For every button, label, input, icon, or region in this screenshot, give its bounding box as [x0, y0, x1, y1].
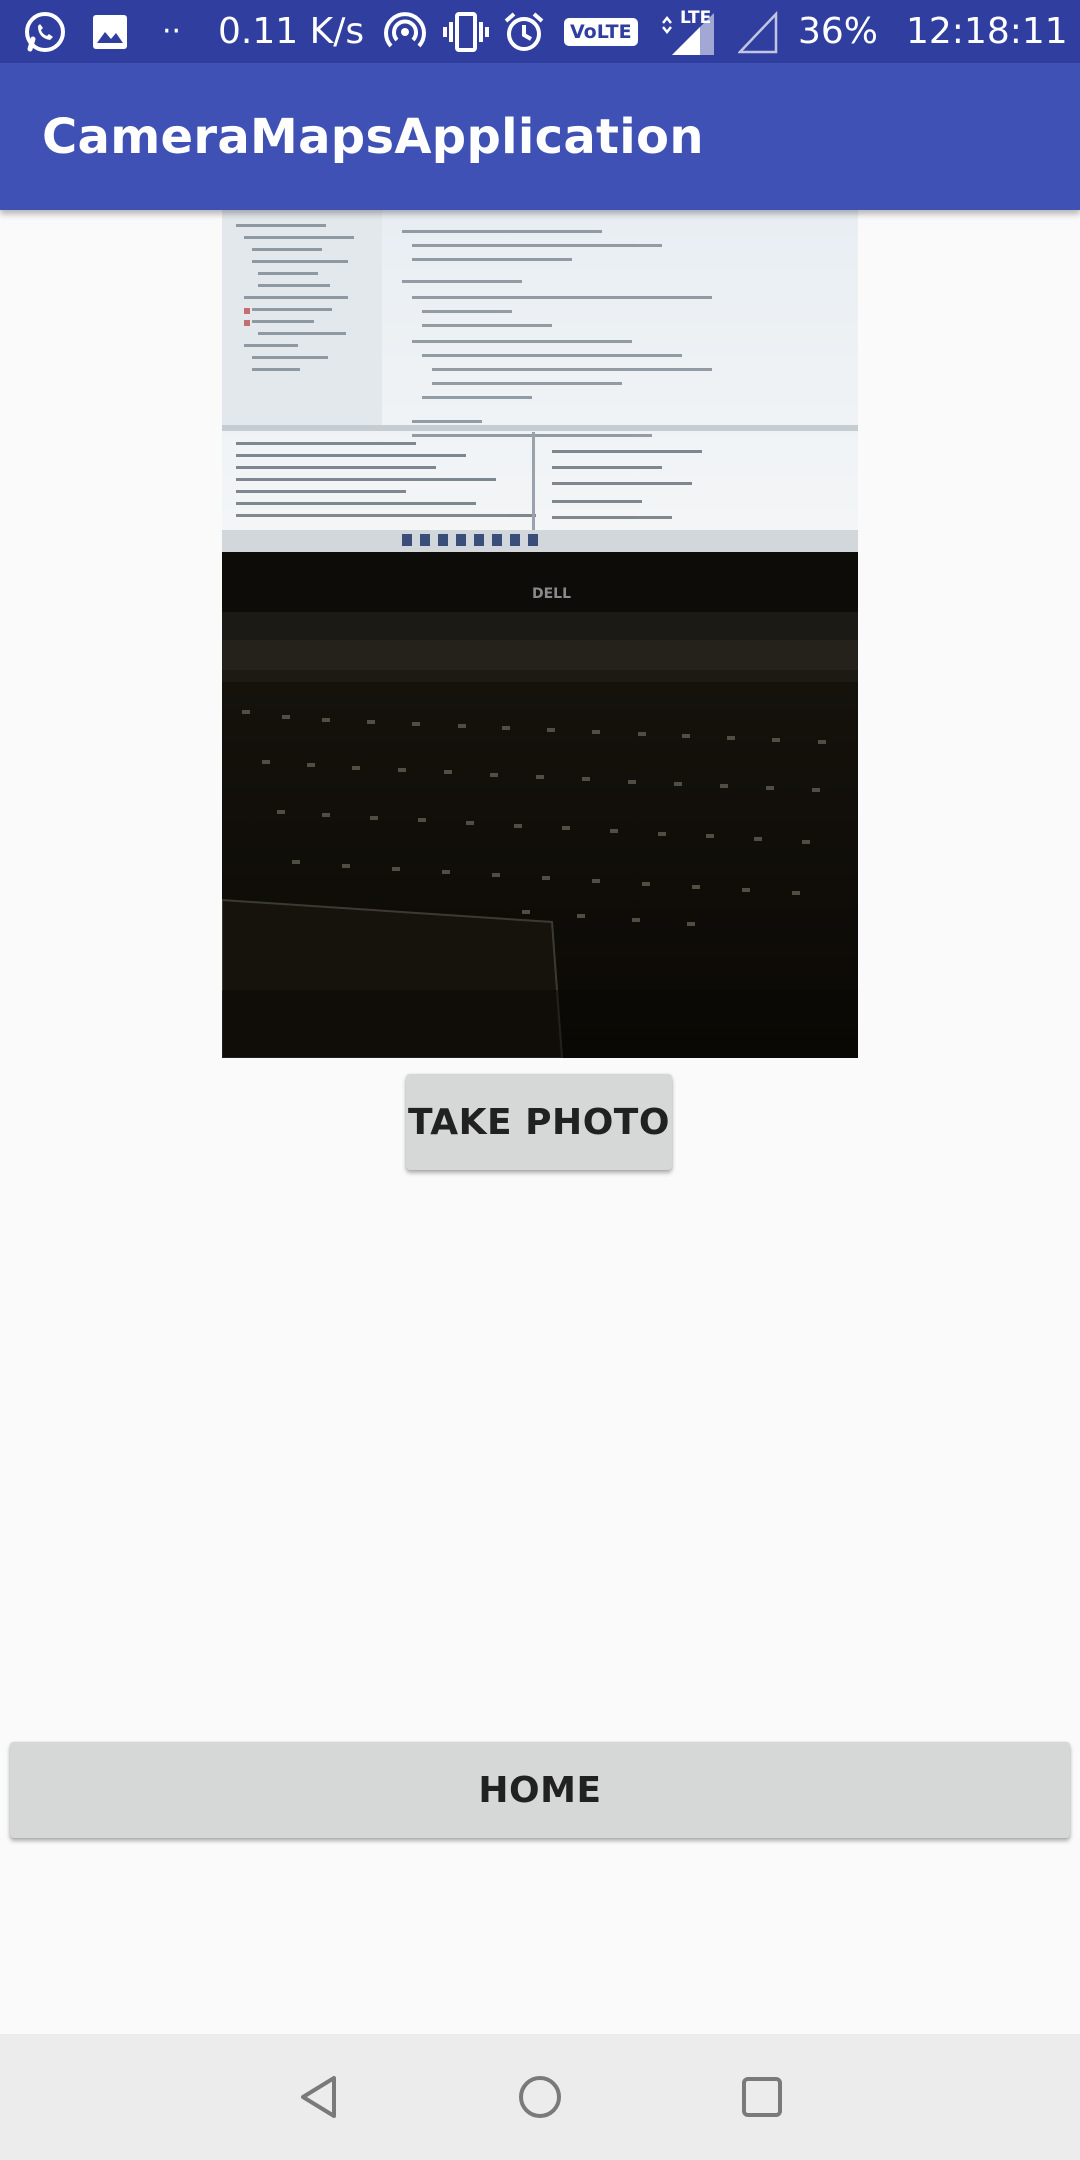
- whatsapp-icon: [22, 0, 68, 63]
- navigation-bar: [0, 2034, 1080, 2160]
- signal-icon: LTE: [660, 0, 718, 63]
- home-button[interactable]: HOME: [10, 1742, 1070, 1838]
- volte-label: VoLTE: [564, 17, 638, 46]
- status-bar: ·· 0.11 K/s VoLTE LTE 36% 12:18:11: [0, 0, 1080, 63]
- recents-icon[interactable]: [727, 2062, 797, 2132]
- home-circle-icon[interactable]: [505, 2062, 575, 2132]
- network-speed: 0.11 K/s: [218, 11, 365, 52]
- lte-label: LTE: [680, 8, 712, 28]
- take-photo-button[interactable]: TAKE PHOTO: [406, 1074, 672, 1170]
- hotspot-icon: [383, 0, 427, 63]
- notification-dots: ··: [162, 14, 182, 49]
- back-icon[interactable]: [285, 2062, 355, 2132]
- clock: 12:18:11: [906, 11, 1068, 52]
- vibrate-icon: [442, 0, 490, 63]
- signal-empty-icon: [738, 0, 778, 63]
- photo-preview: DELL: [222, 210, 858, 1058]
- laptop-brand-text: DELL: [532, 586, 571, 602]
- volte-icon: VoLTE: [564, 0, 638, 63]
- image-icon: [92, 0, 128, 63]
- alarm-icon: [503, 0, 545, 63]
- battery-level: 36%: [798, 11, 879, 52]
- app-bar: CameraMapsApplication: [0, 63, 1080, 210]
- app-title: CameraMapsApplication: [42, 108, 704, 165]
